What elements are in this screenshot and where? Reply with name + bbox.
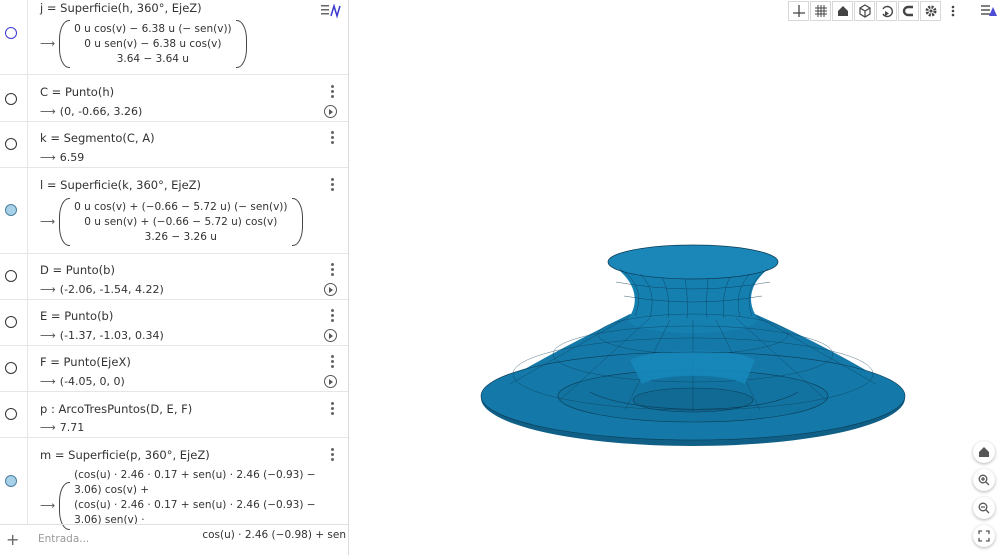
algebra-row-p[interactable]: p : ArcoTresPuntos(D, E, F) ⟶ 7.71 [0, 392, 348, 438]
visibility-toggle-j[interactable] [5, 27, 17, 39]
zoom-in-icon[interactable] [973, 469, 995, 491]
grid-icon[interactable] [810, 1, 831, 21]
matrix-line: 0 u cos(v) − 6.38 u (− sen(v)) [74, 22, 232, 35]
fullscreen-icon[interactable] [973, 525, 995, 547]
value-C: ⟶ (0, -0.66, 3.26) [40, 105, 143, 118]
value-matrix-l: ⟶ 0 u cos(v) + (−0.66 − 5.72 u) (− sen(v… [40, 198, 303, 246]
definition-E[interactable]: E = Punto(b) [40, 309, 113, 323]
algebra-description-icon[interactable] [320, 3, 342, 19]
graphics-3d-view[interactable] [350, 24, 970, 555]
axes-icon[interactable] [788, 1, 809, 21]
rotate-icon[interactable] [876, 1, 897, 21]
more-options-icon[interactable] [330, 309, 334, 323]
algebra-row-j[interactable]: j = Superficie(h, 360°, EjeZ) ⟶ 0 u cos(… [0, 0, 348, 75]
definition-l[interactable]: l = Superficie(k, 360°, EjeZ) [40, 178, 201, 192]
play-animation-icon[interactable] [324, 329, 337, 342]
more-options-icon[interactable] [330, 131, 334, 145]
more-icon[interactable] [942, 1, 963, 21]
visibility-toggle-F[interactable] [5, 362, 17, 374]
plus-icon[interactable]: + [6, 530, 19, 549]
value-matrix-j: ⟶ 0 u cos(v) − 6.38 u (− sen(v)) 0 u sen… [40, 20, 247, 68]
more-options-icon[interactable] [330, 263, 334, 277]
visibility-toggle-D[interactable] [5, 270, 17, 282]
value-p: ⟶ 7.71 [40, 421, 85, 434]
visibility-toggle-k[interactable] [5, 138, 17, 150]
matrix-line: 3.64 − 3.64 u [116, 52, 189, 65]
visibility-toggle-m[interactable] [5, 475, 17, 487]
home-icon[interactable] [832, 1, 853, 21]
definition-k[interactable]: k = Segmento(C, A) [40, 131, 155, 145]
cube-view-icon[interactable] [854, 1, 875, 21]
visibility-toggle-E[interactable] [5, 316, 17, 328]
visibility-toggle-l[interactable] [5, 204, 17, 216]
algebra-view: j = Superficie(h, 360°, EjeZ) ⟶ 0 u cos(… [0, 0, 349, 555]
home-icon[interactable] [973, 441, 995, 463]
algebra-input[interactable] [36, 532, 330, 546]
play-animation-icon[interactable] [324, 105, 337, 118]
definition-j[interactable]: j = Superficie(h, 360°, EjeZ) [40, 1, 202, 15]
result-arrow: ⟶ [40, 38, 56, 50]
algebra-row-m[interactable]: m = Superficie(p, 360°, EjeZ) ⟶ (cos(u) … [0, 438, 348, 541]
algebra-row-C[interactable]: C = Punto(h) ⟶ (0, -0.66, 3.26) [0, 75, 348, 122]
algebra-row-k[interactable]: k = Segmento(C, A) ⟶ 6.59 [0, 122, 348, 168]
visibility-toggle-C[interactable] [5, 93, 17, 105]
definition-m[interactable]: m = Superficie(p, 360°, EjeZ) [40, 448, 210, 462]
play-animation-icon[interactable] [324, 375, 337, 388]
algebra-row-E[interactable]: E = Punto(b) ⟶ (-1.37, -1.03, 0.34) [0, 300, 348, 346]
projection-icon[interactable] [898, 1, 919, 21]
algebra-row-D[interactable]: D = Punto(b) ⟶ (-2.06, -1.54, 4.22) [0, 254, 348, 300]
more-options-icon[interactable] [330, 448, 334, 462]
definition-C[interactable]: C = Punto(h) [40, 85, 114, 99]
definition-D[interactable]: D = Punto(b) [40, 263, 115, 277]
more-options-icon[interactable] [330, 178, 334, 192]
matrix-line: 0 u sen(v) − 6.38 u cos(v) [84, 37, 222, 50]
algebra-row-F[interactable]: F = Punto(EjeX) ⟶ (-4.05, 0, 0) [0, 346, 348, 392]
more-options-icon[interactable] [330, 402, 334, 416]
input-bar: + [0, 524, 348, 555]
value-D: ⟶ (-2.06, -1.54, 4.22) [40, 283, 164, 296]
more-options-icon[interactable] [330, 355, 334, 369]
value-k: ⟶ 6.59 [40, 151, 85, 164]
visibility-toggle-p[interactable] [5, 408, 17, 420]
more-options-icon[interactable] [330, 85, 334, 99]
graphics-toolbar [788, 1, 963, 23]
settings-icon[interactable] [920, 1, 941, 21]
value-F: ⟶ (-4.05, 0, 0) [40, 375, 125, 388]
definition-F[interactable]: F = Punto(EjeX) [40, 355, 131, 369]
value-E: ⟶ (-1.37, -1.03, 0.34) [40, 329, 164, 342]
definition-p[interactable]: p : ArcoTresPuntos(D, E, F) [40, 402, 192, 416]
zoom-out-icon[interactable] [973, 497, 995, 519]
revolution-surface [480, 244, 906, 446]
play-animation-icon[interactable] [324, 283, 337, 296]
menu-icon[interactable] [980, 3, 998, 19]
algebra-row-l[interactable]: l = Superficie(k, 360°, EjeZ) ⟶ 0 u cos(… [0, 168, 348, 254]
